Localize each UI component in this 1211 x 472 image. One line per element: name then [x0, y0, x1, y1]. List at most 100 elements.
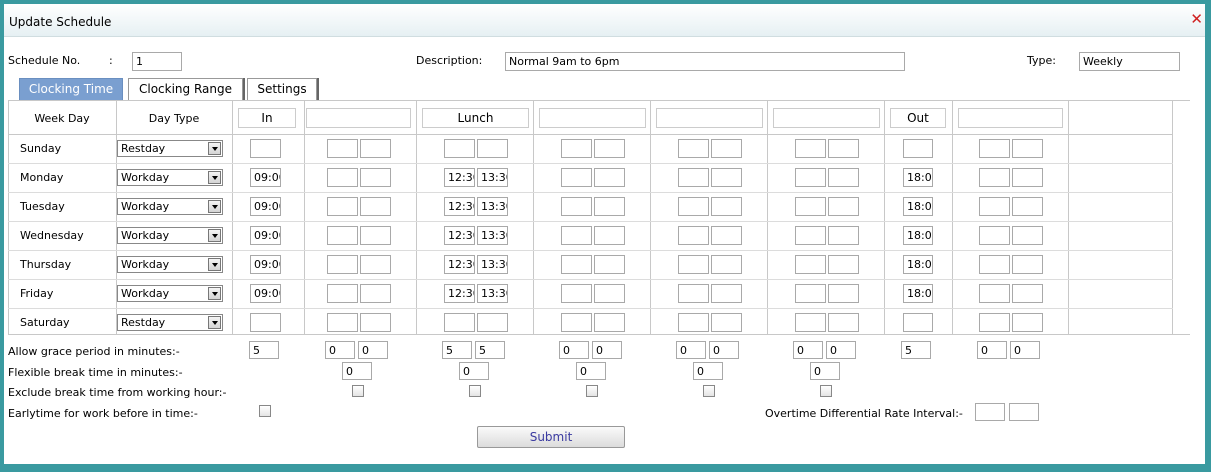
time-input[interactable]: [327, 226, 358, 245]
time-input[interactable]: [979, 139, 1010, 158]
type-input[interactable]: Weekly: [1079, 52, 1180, 71]
time-input[interactable]: [594, 139, 625, 158]
time-input[interactable]: [795, 168, 826, 187]
time-input[interactable]: [678, 168, 709, 187]
time-input[interactable]: [828, 197, 859, 216]
grace-period-input[interactable]: 0: [709, 341, 739, 359]
out-time-input[interactable]: 18:00: [903, 284, 933, 303]
dropdown-arrow-icon[interactable]: [208, 287, 221, 300]
time-input[interactable]: [594, 284, 625, 303]
dropdown-arrow-icon[interactable]: [208, 316, 221, 329]
time-input[interactable]: [979, 255, 1010, 274]
in-time-input[interactable]: 09:00: [250, 255, 281, 274]
tab-settings[interactable]: Settings: [247, 78, 317, 100]
lunch-end-input[interactable]: [477, 313, 508, 332]
dropdown-arrow-icon[interactable]: [208, 229, 221, 242]
out-time-input[interactable]: 18:00: [903, 226, 933, 245]
time-input[interactable]: [561, 226, 592, 245]
grace-period-input[interactable]: 0: [592, 341, 622, 359]
time-input[interactable]: [561, 197, 592, 216]
time-input[interactable]: [360, 168, 391, 187]
flexible-break-input[interactable]: 0: [459, 362, 489, 380]
time-input[interactable]: [678, 139, 709, 158]
grace-period-input[interactable]: 5: [901, 341, 931, 359]
time-input[interactable]: [594, 313, 625, 332]
in-time-input[interactable]: [250, 139, 281, 158]
lunch-end-input[interactable]: 13:30: [477, 284, 508, 303]
time-input[interactable]: [828, 168, 859, 187]
time-input[interactable]: [795, 197, 826, 216]
time-input[interactable]: [1012, 139, 1043, 158]
time-input[interactable]: [594, 168, 625, 187]
time-input[interactable]: [795, 284, 826, 303]
time-input[interactable]: [561, 255, 592, 274]
time-input[interactable]: [1012, 226, 1043, 245]
lunch-start-input[interactable]: [444, 313, 475, 332]
dropdown-arrow-icon[interactable]: [208, 171, 221, 184]
day-type-select[interactable]: Workday: [117, 198, 223, 215]
time-input[interactable]: [360, 284, 391, 303]
time-input[interactable]: [711, 284, 742, 303]
time-input[interactable]: [828, 139, 859, 158]
close-icon[interactable]: ✕: [1190, 12, 1203, 27]
overtime-interval-input[interactable]: [975, 403, 1005, 421]
in-time-input[interactable]: [250, 313, 281, 332]
schedule-no-input[interactable]: 1: [132, 52, 182, 71]
earlytime-checkbox[interactable]: [259, 405, 271, 417]
time-input[interactable]: [327, 139, 358, 158]
grace-period-input[interactable]: 0: [793, 341, 823, 359]
time-input[interactable]: [360, 313, 391, 332]
time-input[interactable]: [828, 313, 859, 332]
time-input[interactable]: [327, 255, 358, 274]
grace-period-input[interactable]: 5: [475, 341, 505, 359]
in-time-input[interactable]: 09:00: [250, 226, 281, 245]
time-input[interactable]: [360, 197, 391, 216]
lunch-start-input[interactable]: 12:30: [444, 168, 475, 187]
in-time-input[interactable]: 09:00: [250, 168, 281, 187]
time-input[interactable]: [594, 226, 625, 245]
in-time-input[interactable]: 09:00: [250, 284, 281, 303]
time-input[interactable]: [711, 168, 742, 187]
time-input[interactable]: [828, 226, 859, 245]
time-input[interactable]: [327, 197, 358, 216]
day-type-select[interactable]: Workday: [117, 227, 223, 244]
time-input[interactable]: [828, 284, 859, 303]
day-type-select[interactable]: Restday: [117, 314, 223, 331]
lunch-end-input[interactable]: 13:30: [477, 168, 508, 187]
lunch-start-input[interactable]: 12:30: [444, 197, 475, 216]
lunch-start-input[interactable]: 12:30: [444, 284, 475, 303]
grace-period-input[interactable]: 0: [977, 341, 1007, 359]
grace-period-input[interactable]: 0: [826, 341, 856, 359]
submit-button[interactable]: Submit: [477, 426, 625, 448]
time-input[interactable]: [711, 226, 742, 245]
time-input[interactable]: [711, 197, 742, 216]
time-input[interactable]: [594, 197, 625, 216]
lunch-end-input[interactable]: 13:30: [477, 197, 508, 216]
day-type-select[interactable]: Workday: [117, 285, 223, 302]
time-input[interactable]: [795, 139, 826, 158]
grace-period-input[interactable]: 0: [325, 341, 355, 359]
time-input[interactable]: [979, 226, 1010, 245]
time-input[interactable]: [678, 284, 709, 303]
flexible-break-input[interactable]: 0: [576, 362, 606, 380]
time-input[interactable]: [1012, 284, 1043, 303]
time-input[interactable]: [979, 197, 1010, 216]
dropdown-arrow-icon[interactable]: [208, 142, 221, 155]
time-input[interactable]: [979, 284, 1010, 303]
lunch-start-input[interactable]: 12:30: [444, 255, 475, 274]
in-time-input[interactable]: 09:00: [250, 197, 281, 216]
exclude-break-checkbox[interactable]: [586, 385, 598, 397]
time-input[interactable]: [327, 313, 358, 332]
day-type-select[interactable]: Restday: [117, 140, 223, 157]
grace-period-input[interactable]: 5: [442, 341, 472, 359]
grace-period-input[interactable]: 0: [358, 341, 388, 359]
time-input[interactable]: [327, 284, 358, 303]
time-input[interactable]: [360, 255, 391, 274]
time-input[interactable]: [678, 226, 709, 245]
tab-clocking-time[interactable]: Clocking Time: [19, 78, 123, 100]
time-input[interactable]: [979, 168, 1010, 187]
time-input[interactable]: [711, 139, 742, 158]
lunch-end-input[interactable]: 13:30: [477, 255, 508, 274]
time-input[interactable]: [678, 313, 709, 332]
description-input[interactable]: Normal 9am to 6pm: [505, 52, 905, 71]
